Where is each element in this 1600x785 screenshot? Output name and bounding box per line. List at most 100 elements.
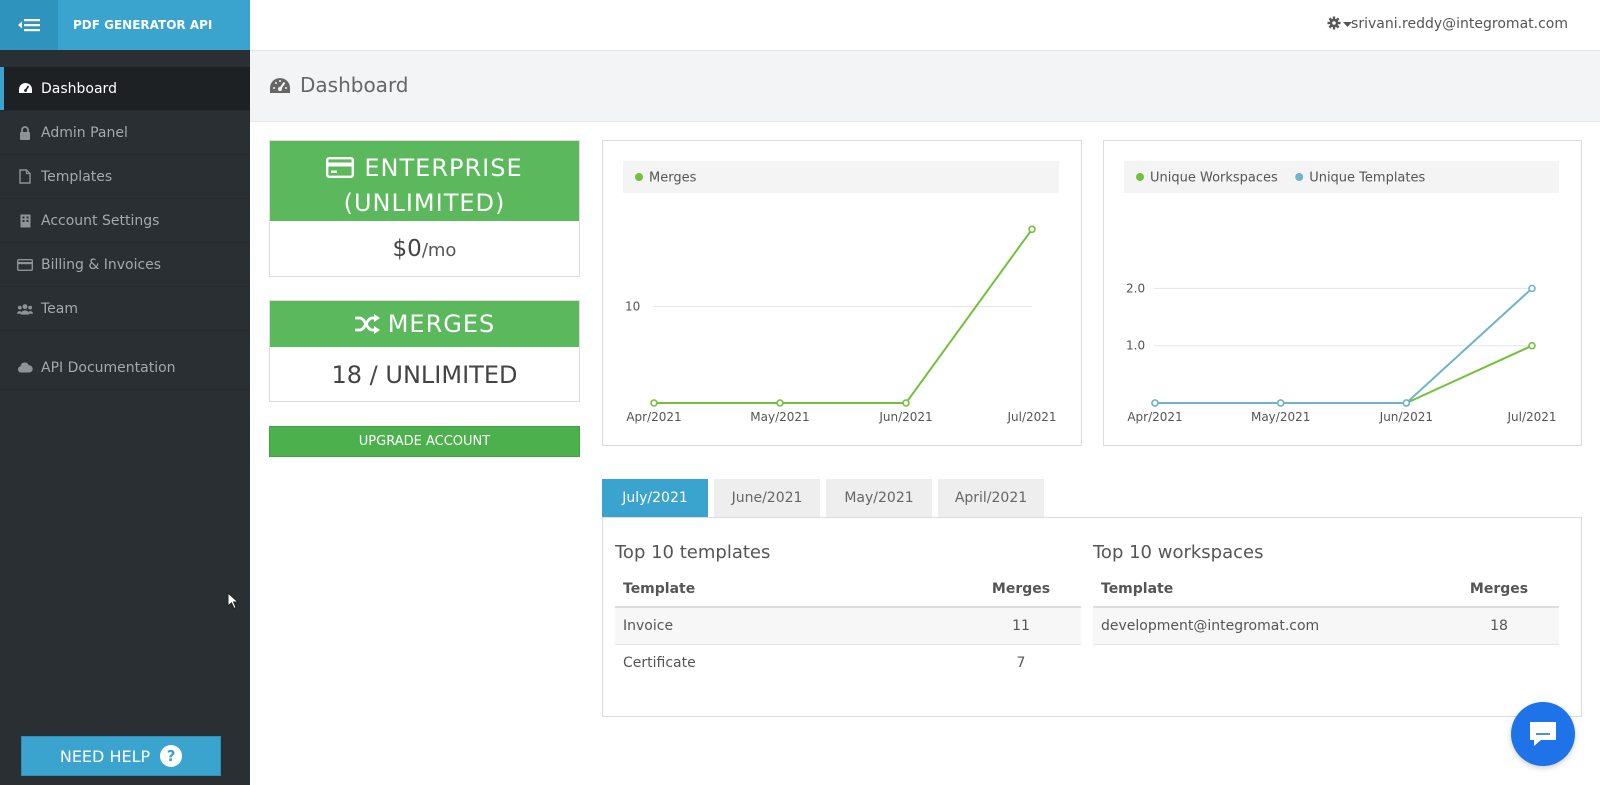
top-workspaces-table: Template Merges development@integromat.c… bbox=[1093, 572, 1559, 645]
top-templates-title: Top 10 templates bbox=[615, 542, 771, 563]
x-tick-label: Jun/2021 bbox=[878, 410, 932, 424]
legend-label: Unique Workspaces bbox=[1150, 171, 1278, 186]
column-header: Template bbox=[615, 572, 961, 608]
merges-chart: Merges 10 Apr/2021 May/2021 Jun/2021 Jul/2021 bbox=[602, 140, 1082, 446]
top-templates: Top 10 templates Template Merges Invoice… bbox=[615, 542, 1081, 681]
page-title: Dashboard bbox=[300, 73, 409, 97]
data-point bbox=[650, 399, 658, 407]
sidebar: PDF GENERATOR API Dashboard Admin Panel … bbox=[0, 0, 250, 785]
user-email[interactable]: srivani.reddy@integromat.com bbox=[1351, 0, 1568, 50]
data-point bbox=[1028, 225, 1036, 234]
template-name: Invoice bbox=[615, 607, 961, 645]
upgrade-account-button[interactable]: UPGRADE ACCOUNT bbox=[269, 426, 580, 457]
plan-card-header: ENTERPRISE (UNLIMITED) bbox=[270, 141, 579, 221]
sidebar-item-label: API Documentation bbox=[41, 359, 176, 376]
credit-card-icon bbox=[326, 157, 355, 179]
legend-label: Unique Templates bbox=[1309, 171, 1425, 186]
series-line bbox=[1155, 344, 1533, 404]
workspace-name: development@integromat.com bbox=[1093, 607, 1439, 645]
dashboard-icon bbox=[17, 81, 33, 97]
brand-name: PDF GENERATOR API bbox=[73, 18, 213, 32]
tab-may-2021[interactable]: May/2021 bbox=[826, 479, 932, 517]
sidebar-item-label: Billing & Invoices bbox=[41, 256, 162, 273]
sidebar-item-api-documentation[interactable]: API Documentation bbox=[0, 346, 250, 390]
column-header: Merges bbox=[1439, 572, 1559, 608]
merges-card: MERGES 18 / UNLIMITED bbox=[269, 300, 580, 402]
users-icon bbox=[17, 301, 33, 317]
top-bar: srivani.reddy@integromat.com bbox=[250, 0, 1600, 51]
tab-july-2021[interactable]: July/2021 bbox=[602, 479, 708, 517]
table-row: development@integromat.com 18 bbox=[1093, 607, 1559, 645]
tab-april-2021[interactable]: April/2021 bbox=[938, 479, 1044, 517]
shuffle-icon bbox=[354, 314, 380, 334]
merges-usage: 18 / UNLIMITED bbox=[331, 361, 518, 389]
chat-icon bbox=[1530, 722, 1556, 746]
column-header: Merges bbox=[961, 572, 1081, 608]
top-workspaces-title: Top 10 workspaces bbox=[1093, 542, 1264, 563]
sidebar-item-label: Team bbox=[41, 300, 79, 317]
template-name: Certificate bbox=[623, 654, 696, 671]
top-workspaces: Top 10 workspaces Template Merges develo… bbox=[1093, 542, 1559, 645]
table-header-row: Template Merges bbox=[615, 572, 1081, 608]
sidebar-nav: Dashboard Admin Panel Templates Account … bbox=[0, 67, 250, 390]
legend-marker bbox=[1136, 173, 1144, 181]
tab-panel: Top 10 templates Template Merges Invoice… bbox=[602, 517, 1582, 717]
question-icon: ? bbox=[160, 745, 183, 767]
legend-label: Merges bbox=[649, 171, 697, 186]
workspaces-templates-chart-svg: Unique Workspaces Unique Templates 1.0 2.0 A… bbox=[1124, 161, 1559, 424]
sidebar-item-templates[interactable]: Templates bbox=[0, 155, 250, 199]
lock-icon bbox=[17, 125, 33, 141]
tab-june-2021[interactable]: June/2021 bbox=[714, 479, 820, 517]
data-point bbox=[1402, 399, 1411, 407]
plan-card: ENTERPRISE (UNLIMITED) $0/mo bbox=[269, 140, 580, 277]
sidebar-item-label: Dashboard bbox=[41, 80, 117, 97]
need-help-label: NEED HELP bbox=[59, 746, 151, 766]
month-tabs: July/2021 June/2021 May/2021 April/2021 bbox=[602, 479, 1050, 517]
data-point bbox=[1528, 341, 1536, 350]
sidebar-item-dashboard[interactable]: Dashboard bbox=[0, 67, 250, 111]
menu-collapse-icon bbox=[18, 19, 40, 32]
mouse-cursor bbox=[227, 592, 239, 610]
need-help-button[interactable]: NEED HELP ? bbox=[21, 736, 221, 776]
x-tick-label: May/2021 bbox=[1251, 410, 1310, 424]
cloud-icon bbox=[17, 360, 33, 376]
sidebar-item-billing[interactable]: Billing & Invoices bbox=[0, 243, 250, 287]
plan-price: $0/mo bbox=[270, 221, 579, 277]
series-line bbox=[654, 228, 1033, 404]
sidebar-toggle-button[interactable] bbox=[0, 0, 58, 50]
merges-title: MERGES bbox=[387, 310, 496, 338]
table-row: Invoice 11 bbox=[615, 607, 1081, 645]
sidebar-item-label: Templates bbox=[41, 168, 113, 185]
data-point bbox=[776, 399, 784, 407]
sidebar-item-admin-panel[interactable]: Admin Panel bbox=[0, 111, 250, 155]
top-templates-table: Template Merges Invoice 11 Certificate 7 bbox=[615, 572, 1081, 681]
sidebar-item-label: Admin Panel bbox=[41, 124, 128, 141]
legend-marker bbox=[1295, 173, 1304, 181]
plan-price-unit: /mo bbox=[421, 240, 457, 261]
y-tick-label: 1.0 bbox=[1126, 339, 1145, 353]
plan-name: ENTERPRISE bbox=[364, 154, 523, 182]
sidebar-item-account-settings[interactable]: Account Settings bbox=[0, 199, 250, 243]
legend-marker bbox=[635, 173, 643, 181]
x-tick-label: Jun/2021 bbox=[1379, 410, 1433, 424]
column-header: Template bbox=[1093, 572, 1439, 608]
page-heading: Dashboard bbox=[250, 51, 1600, 122]
sidebar-item-label: Account Settings bbox=[41, 212, 160, 229]
sidebar-item-team[interactable]: Team bbox=[0, 287, 250, 331]
x-tick-label: May/2021 bbox=[750, 410, 809, 424]
file-icon bbox=[17, 169, 33, 185]
settings-dropdown[interactable] bbox=[1327, 16, 1352, 30]
data-point bbox=[1528, 284, 1536, 293]
y-tick-label: 10 bbox=[625, 300, 640, 314]
gear-icon bbox=[1327, 16, 1341, 30]
merges-chart-svg: Merges 10 Apr/2021 May/2021 Jun/2021 Jul/2021 bbox=[623, 161, 1059, 424]
sidebar-header: PDF GENERATOR API bbox=[0, 0, 250, 50]
data-point bbox=[902, 399, 910, 407]
table-row: Certificate 7 bbox=[615, 644, 1081, 681]
y-tick-label: 2.0 bbox=[1126, 281, 1145, 295]
building-icon bbox=[17, 213, 33, 229]
workspaces-templates-chart: Unique Workspaces Unique Templates 1.0 2.0 A… bbox=[1103, 140, 1582, 446]
chat-widget-button[interactable] bbox=[1511, 702, 1575, 766]
merge-count: 18 bbox=[1439, 607, 1559, 645]
dashboard-icon bbox=[269, 77, 291, 99]
